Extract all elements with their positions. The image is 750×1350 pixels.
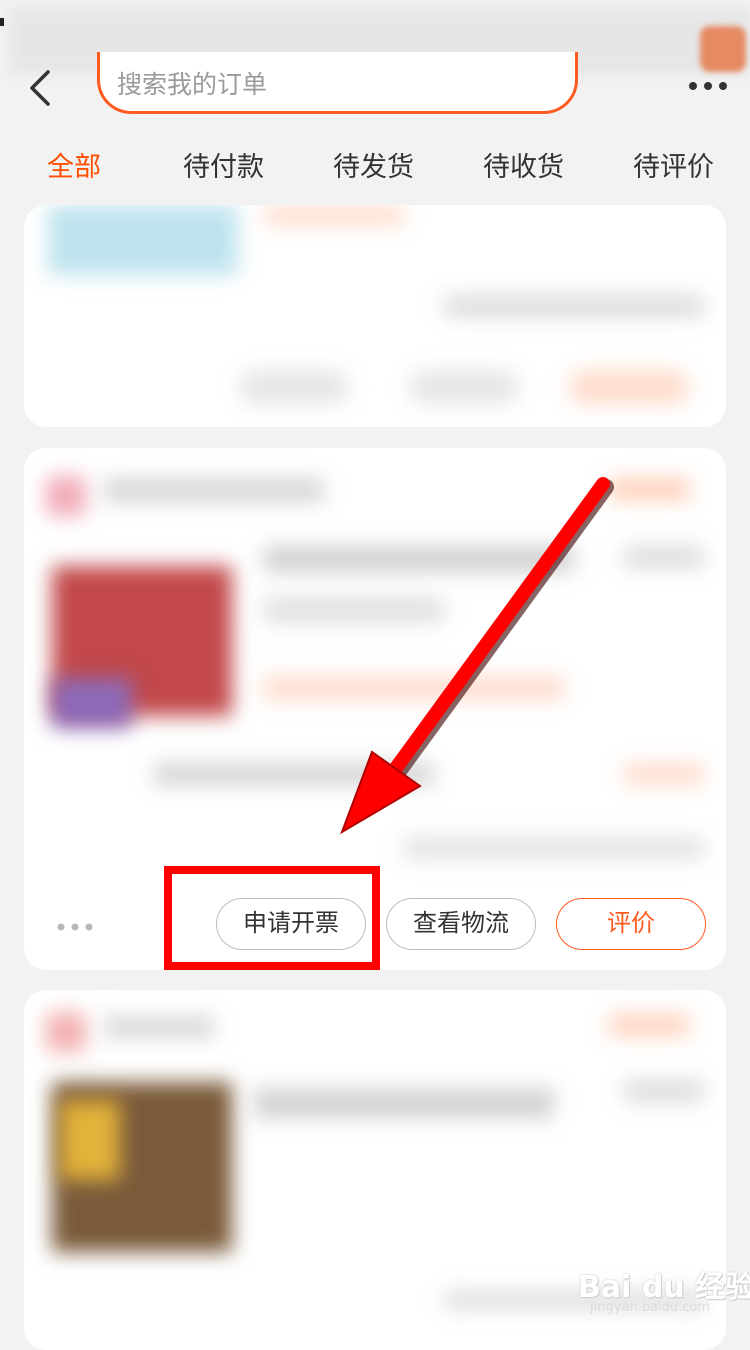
more-options-icon[interactable] — [688, 78, 728, 92]
view-logistics-button[interactable]: 查看物流 — [386, 898, 536, 950]
back-arrow-icon[interactable] — [26, 66, 60, 110]
tab-all[interactable]: 全部 — [47, 150, 101, 186]
status-indicator — [0, 18, 4, 26]
tab-pending-review[interactable]: 待评价 — [633, 150, 714, 186]
more-actions-icon[interactable] — [56, 918, 94, 931]
tab-pending-shipment[interactable]: 待发货 — [333, 150, 414, 186]
search-placeholder: 搜索我的订单 — [117, 70, 268, 99]
review-button[interactable]: 评价 — [556, 898, 706, 950]
annotation-highlight-box — [164, 866, 380, 970]
order-card[interactable] — [24, 205, 726, 427]
watermark-url: jingyan.baidu.com — [590, 1300, 710, 1315]
avatar — [700, 26, 746, 72]
tab-pending-receipt[interactable]: 待收货 — [483, 150, 564, 186]
tab-pending-payment[interactable]: 待付款 — [183, 150, 264, 186]
